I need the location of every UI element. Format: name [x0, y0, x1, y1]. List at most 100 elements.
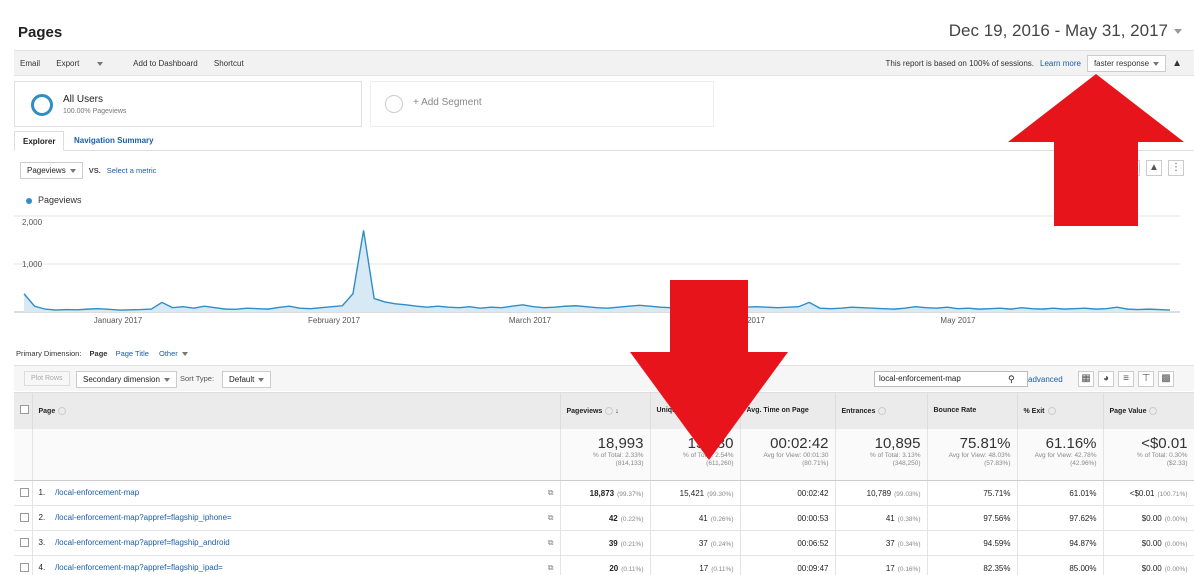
- graduation-cap-icon[interactable]: ▲: [1172, 58, 1182, 69]
- checkbox[interactable]: [20, 537, 29, 547]
- page-link[interactable]: /local-enforcement-map?appref=flagship_i…: [55, 513, 232, 522]
- page-value-pct: (0.00%): [1164, 540, 1188, 548]
- select-metric-link[interactable]: Select a metric: [107, 166, 157, 175]
- select-all-header[interactable]: [14, 392, 33, 429]
- tab-explorer[interactable]: Explorer: [14, 131, 65, 151]
- totals-empty: [32, 428, 561, 481]
- page-link[interactable]: /local-enforcement-map: [55, 488, 139, 497]
- arrow-down-shape: [630, 280, 788, 460]
- comparison-view-icon[interactable]: ⊤: [1138, 371, 1154, 387]
- segment-all-users[interactable]: All Users 100.00% Pageviews: [14, 81, 362, 127]
- page-cell: 3. /local-enforcement-map?appref=flagship…: [32, 530, 561, 556]
- total-value: <$0.01: [1141, 434, 1188, 452]
- x-tick-label: January 2017: [94, 316, 143, 325]
- add-to-dashboard-button[interactable]: Add to Dashboard: [133, 59, 198, 68]
- checkbox[interactable]: [20, 562, 29, 572]
- pageviews-value: 20: [609, 563, 619, 573]
- avg-time-cell: 00:09:47: [740, 555, 836, 575]
- add-segment-button[interactable]: + Add Segment: [370, 81, 714, 127]
- exit-cell: 97.62%: [1017, 505, 1104, 531]
- checkbox[interactable]: [20, 487, 29, 497]
- entrances-value: 37: [885, 538, 895, 548]
- table-row[interactable]: 2. /local-enforcement-map?appref=flagship…: [14, 505, 1194, 531]
- help-icon[interactable]: [1047, 406, 1056, 415]
- unique-cell: 41 (0.26%): [650, 505, 741, 531]
- shortcut-button[interactable]: Shortcut: [214, 59, 244, 68]
- dimension-page-title[interactable]: Page Title: [116, 349, 149, 358]
- open-page-icon[interactable]: ⧉: [548, 488, 554, 498]
- email-button[interactable]: Email: [20, 59, 40, 68]
- page-value: $0.00: [1141, 538, 1162, 548]
- row-checkbox-cell[interactable]: [14, 505, 33, 531]
- learn-more-link[interactable]: Learn more: [1040, 59, 1081, 68]
- entrances-cell: 17 (0.16%): [835, 555, 928, 575]
- pie-view-icon[interactable]: ◕: [1098, 371, 1114, 387]
- checkbox[interactable]: [20, 405, 29, 415]
- plot-rows-button[interactable]: Plot Rows: [24, 371, 70, 386]
- entrances-value: 41: [885, 513, 895, 523]
- avg-time-cell: 00:00:53: [740, 505, 836, 531]
- total-cell: <$0.01% of Total: 0.30% ($2.33): [1103, 428, 1194, 481]
- y-tick-label: 2,000: [22, 218, 43, 227]
- row-checkbox-cell[interactable]: [14, 555, 33, 575]
- secondary-dimension-select[interactable]: Secondary dimension: [76, 371, 177, 388]
- column-header-page[interactable]: Page: [32, 392, 561, 429]
- x-tick-label: March 2017: [509, 316, 552, 325]
- entrances-cell: 37 (0.34%): [835, 530, 928, 556]
- column-header-exit[interactable]: % Exit: [1017, 392, 1104, 429]
- pageviews-cell: 20 (0.11%): [560, 555, 651, 575]
- tab-navigation-summary[interactable]: Navigation Summary: [66, 131, 162, 151]
- column-header-bounce-rate[interactable]: Bounce Rate: [927, 392, 1018, 429]
- dimension-page[interactable]: Page: [90, 349, 108, 358]
- avg-time-value: 00:00:53: [797, 513, 829, 523]
- entrances-pct: (0.16%): [897, 565, 921, 573]
- sort-type-select[interactable]: Default: [222, 371, 272, 388]
- table-search-input[interactable]: local-enforcement-map: [874, 371, 1028, 387]
- column-header-entrances[interactable]: Entrances: [835, 392, 928, 429]
- advanced-filter-link[interactable]: advanced: [1028, 375, 1063, 384]
- performance-view-icon[interactable]: ≡: [1118, 371, 1134, 387]
- page-link[interactable]: /local-enforcement-map?appref=flagship_i…: [55, 563, 223, 572]
- total-value: 61.16%: [1045, 434, 1097, 452]
- table-row[interactable]: 4. /local-enforcement-map?appref=flagship…: [14, 555, 1194, 575]
- data-table-icon[interactable]: ▦: [1078, 371, 1094, 387]
- help-icon[interactable]: [605, 406, 614, 415]
- export-button[interactable]: Export: [56, 59, 117, 68]
- table-row[interactable]: 3. /local-enforcement-map?appref=flagship…: [14, 530, 1194, 556]
- table-row[interactable]: 1./local-enforcement-map ⧉ 18,873 (99.37%) 1…: [14, 480, 1194, 506]
- avg-time-cell: 00:02:42: [740, 480, 836, 506]
- row-checkbox-cell[interactable]: [14, 530, 33, 556]
- open-page-icon[interactable]: ⧉: [548, 563, 554, 573]
- dimension-other[interactable]: Other: [159, 349, 188, 358]
- search-icon[interactable]: ⚲: [1008, 374, 1015, 385]
- date-range-picker[interactable]: Dec 19, 2016 - May 31, 2017: [949, 21, 1182, 41]
- chevron-down-icon: [97, 61, 104, 66]
- row-index: 2.: [38, 513, 46, 522]
- page-value-cell: $0.00 (0.00%): [1103, 505, 1194, 531]
- page-value: <$0.01: [1129, 488, 1155, 498]
- sampling-select[interactable]: faster response: [1086, 55, 1167, 72]
- help-icon[interactable]: [58, 406, 67, 415]
- pivot-view-icon[interactable]: ▩: [1158, 371, 1174, 387]
- metric-select[interactable]: Pageviews: [20, 162, 83, 179]
- page-value: $0.00: [1141, 563, 1162, 573]
- checkbox[interactable]: [20, 512, 29, 522]
- primary-dimension-bar: Primary Dimension: Page Page Title Other: [16, 349, 196, 358]
- help-icon[interactable]: [1149, 406, 1158, 415]
- open-page-icon[interactable]: ⧉: [548, 538, 554, 548]
- row-checkbox-cell[interactable]: [14, 480, 33, 506]
- bounce-rate-value: 97.56%: [983, 513, 1011, 523]
- page-value-pct: (100.71%): [1157, 490, 1188, 498]
- pageviews-cell: 42 (0.22%): [560, 505, 651, 531]
- entrances-pct: (0.34%): [897, 540, 921, 548]
- page-link[interactable]: /local-enforcement-map?appref=flagship_a…: [55, 538, 230, 547]
- column-header-page-value[interactable]: Page Value: [1103, 392, 1194, 429]
- chevron-down-icon: [1174, 29, 1182, 35]
- open-page-icon[interactable]: ⧉: [548, 513, 554, 523]
- chevron-down-icon: [163, 377, 170, 382]
- header-label: Page Value: [1109, 407, 1147, 415]
- pageviews-value: 39: [608, 538, 618, 548]
- sort-arrow-icon: ↓: [615, 407, 619, 415]
- table-header-row: Page Pageviews ↓ Unique Avg. Time on Pag…: [14, 392, 1194, 429]
- help-icon[interactable]: [878, 406, 887, 415]
